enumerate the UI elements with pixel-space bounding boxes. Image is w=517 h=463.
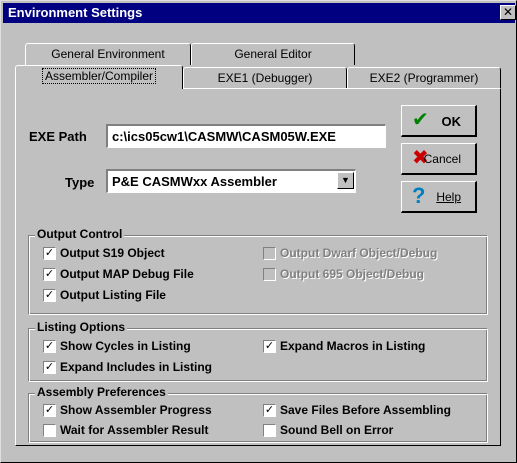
checkbox-box: ✓ bbox=[263, 340, 276, 353]
type-select[interactable]: P&E CASMWxx Assembler ▼ bbox=[106, 169, 356, 193]
checkbox-box bbox=[263, 268, 276, 281]
type-select-value: P&E CASMWxx Assembler bbox=[112, 174, 277, 189]
tab-label: Assembler/Compiler bbox=[41, 68, 157, 84]
checkbox-box: ✓ bbox=[263, 404, 276, 417]
cancel-button[interactable]: ✖ Cancel bbox=[401, 143, 477, 175]
checkmark-icon: ✔ bbox=[412, 109, 429, 131]
checkbox-label: Expand Includes in Listing bbox=[60, 360, 213, 374]
checkbox-label: Show Cycles in Listing bbox=[60, 339, 191, 353]
checkbox-label: Output S19 Object bbox=[60, 246, 165, 260]
help-button[interactable]: ? Help bbox=[401, 181, 477, 213]
close-icon: ✕ bbox=[502, 5, 514, 19]
checkbox-box: ✓ bbox=[43, 268, 56, 281]
assembly-preferences-group: Assembly Preferences ✓ Show Assembler Pr… bbox=[28, 385, 488, 443]
tab-exe1-debugger[interactable]: EXE1 (Debugger) bbox=[183, 67, 347, 89]
tab-label: General Editor bbox=[234, 47, 312, 61]
group-title: Listing Options bbox=[35, 320, 127, 334]
checkbox-label: Save Files Before Assembling bbox=[280, 403, 451, 417]
tab-label: General Environment bbox=[51, 47, 165, 61]
tab-label: EXE1 (Debugger) bbox=[217, 71, 313, 85]
checkbox-label: Sound Bell on Error bbox=[280, 423, 394, 437]
checkbox-label: Expand Macros in Listing bbox=[280, 339, 426, 353]
checkbox-label: Show Assembler Progress bbox=[60, 403, 212, 417]
checkbox-label: Output Listing File bbox=[60, 288, 166, 302]
ok-button-label: OK bbox=[441, 114, 462, 129]
checkbox-label: Output MAP Debug File bbox=[60, 267, 194, 281]
tab-label: EXE2 (Programmer) bbox=[369, 71, 479, 85]
tab-general-editor[interactable]: General Editor bbox=[191, 43, 355, 65]
checkbox-label: Output 695 Object/Debug bbox=[280, 267, 425, 281]
dropdown-button[interactable]: ▼ bbox=[337, 172, 354, 189]
checkbox-box: ✓ bbox=[43, 289, 56, 302]
checkbox-label: Wait for Assembler Result bbox=[60, 423, 209, 437]
checkbox-box bbox=[263, 247, 276, 260]
question-mark-icon: ? bbox=[412, 183, 426, 208]
tab-general-environment[interactable]: General Environment bbox=[25, 43, 191, 65]
checkbox-label: Output Dwarf Object/Debug bbox=[280, 246, 438, 260]
checkbox-box: ✓ bbox=[43, 247, 56, 260]
checkbox-box: ✓ bbox=[43, 404, 56, 417]
tab-exe2-programmer[interactable]: EXE2 (Programmer) bbox=[347, 67, 501, 89]
checkbox-box: ✓ bbox=[43, 361, 56, 374]
tab-assembler-compiler[interactable]: Assembler/Compiler bbox=[15, 65, 183, 89]
checkbox-box: ✓ bbox=[43, 340, 56, 353]
close-button[interactable]: ✕ bbox=[500, 5, 516, 20]
checkbox-box bbox=[43, 424, 56, 437]
environment-settings-dialog: Environment Settings ✕ General Environme… bbox=[0, 0, 517, 463]
checkbox-box bbox=[263, 424, 276, 437]
cancel-button-label: Cancel bbox=[423, 152, 461, 166]
output-control-group: Output Control ✓ Output S19 Object ✓ Out… bbox=[28, 227, 488, 315]
title-bar[interactable]: Environment Settings ✕ bbox=[3, 3, 516, 23]
chevron-down-icon: ▼ bbox=[341, 175, 350, 185]
help-button-label: Help bbox=[436, 190, 461, 204]
assembler-compiler-panel: EXE Path c:\ics05cw1\CASMW\CASM05W.EXE T… bbox=[15, 88, 501, 446]
group-title: Output Control bbox=[35, 227, 125, 241]
window-title: Environment Settings bbox=[8, 5, 143, 20]
listing-options-group: Listing Options ✓ Show Cycles in Listing… bbox=[28, 320, 488, 382]
ok-button[interactable]: ✔ OK bbox=[401, 105, 477, 137]
group-title: Assembly Preferences bbox=[35, 385, 168, 399]
type-label: Type bbox=[65, 175, 95, 190]
exe-path-input[interactable]: c:\ics05cw1\CASMW\CASM05W.EXE bbox=[106, 124, 386, 148]
exe-path-label: EXE Path bbox=[29, 129, 87, 144]
